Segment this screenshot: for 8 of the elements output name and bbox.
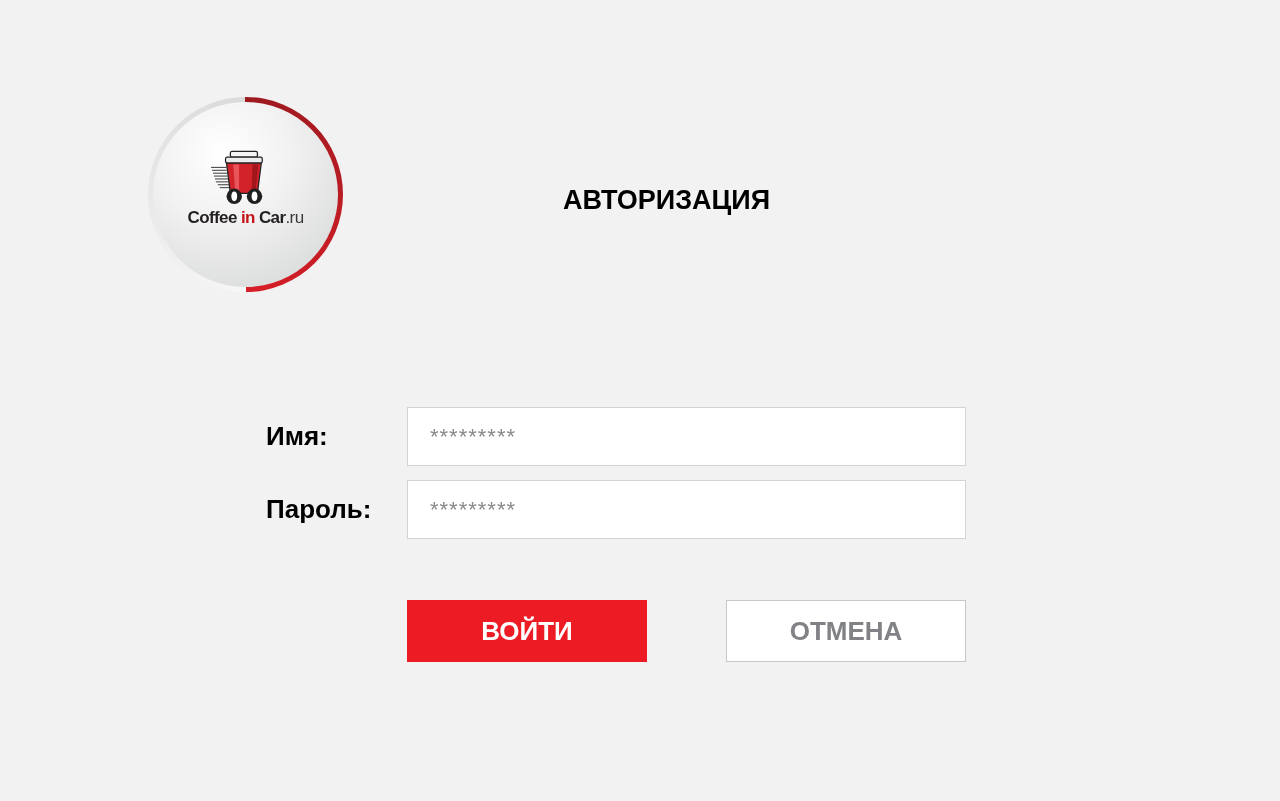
login-button[interactable]: ВОЙТИ xyxy=(407,600,647,662)
input-field[interactable]: ********* xyxy=(407,407,966,466)
input-field[interactable]: ********* xyxy=(407,480,966,539)
cancel-button[interactable]: ОТМЕНА xyxy=(726,600,966,662)
field-label: Имя: xyxy=(266,421,328,452)
page-title: АВТОРИЗАЦИЯ xyxy=(563,183,771,217)
field-label: Пароль: xyxy=(266,494,372,525)
logo-wordmark: Coffee in Car.ru xyxy=(187,208,304,228)
